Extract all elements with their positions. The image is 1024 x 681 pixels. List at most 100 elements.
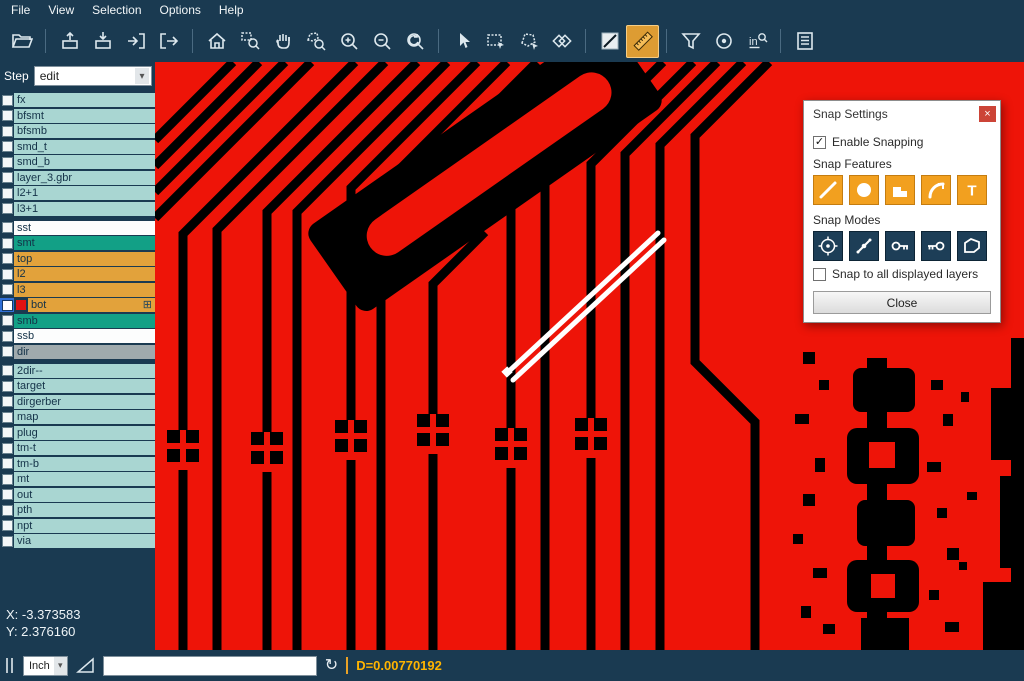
export-button[interactable]	[152, 25, 185, 58]
layer-row-dir[interactable]: dir	[0, 345, 155, 359]
coordinate-input[interactable]	[103, 656, 317, 676]
report-button[interactable]	[788, 25, 821, 58]
snap-mode-center-button[interactable]	[813, 231, 843, 261]
select-pointer-button[interactable]	[446, 25, 479, 58]
layer-visibility-checkbox[interactable]	[0, 379, 14, 393]
select-polygon-button[interactable]	[512, 25, 545, 58]
layer-row-smd_t[interactable]: smd_t	[0, 140, 155, 154]
layer-visibility-checkbox[interactable]	[0, 155, 14, 169]
zoom-polygon-button[interactable]	[299, 25, 332, 58]
import-button[interactable]	[119, 25, 152, 58]
input-button[interactable]	[86, 25, 119, 58]
dialog-titlebar[interactable]: Snap Settings ×	[804, 101, 1000, 125]
layer-visibility-checkbox[interactable]	[0, 426, 14, 440]
pan-button[interactable]	[266, 25, 299, 58]
find-button[interactable]: in	[740, 25, 773, 58]
layer-row-tm-b[interactable]: tm-b	[0, 457, 155, 471]
layer-row-plug[interactable]: plug	[0, 426, 155, 440]
line-tool-button[interactable]	[593, 25, 626, 58]
menu-view[interactable]: View	[39, 1, 83, 19]
zoom-out-button[interactable]	[365, 25, 398, 58]
layer-visibility-checkbox[interactable]	[0, 314, 14, 328]
layer-row-sst[interactable]: sst	[0, 221, 155, 235]
zoom-window-button[interactable]	[233, 25, 266, 58]
layer-row-l2+1[interactable]: l2+1	[0, 186, 155, 200]
layer-row-tm-t[interactable]: tm-t	[0, 441, 155, 455]
layer-row-target[interactable]: target	[0, 379, 155, 393]
refresh-icon[interactable]: ↻	[325, 658, 338, 674]
layer-visibility-checkbox[interactable]	[0, 503, 14, 517]
layer-row-pth[interactable]: pth	[0, 503, 155, 517]
snap-feature-corner-button[interactable]	[885, 175, 915, 205]
zoom-reset-button[interactable]	[398, 25, 431, 58]
layer-row-out[interactable]: out	[0, 488, 155, 502]
layer-visibility-checkbox[interactable]	[0, 472, 14, 486]
output-button[interactable]	[53, 25, 86, 58]
layer-row-smb[interactable]: smb	[0, 314, 155, 328]
layer-visibility-checkbox[interactable]	[0, 345, 14, 359]
angle-tool-icon[interactable]	[76, 657, 95, 674]
layer-visibility-checkbox[interactable]	[0, 410, 14, 424]
layer-visibility-checkbox[interactable]	[0, 140, 14, 154]
layer-visibility-checkbox[interactable]	[0, 283, 14, 297]
layer-visibility-checkbox[interactable]	[0, 124, 14, 138]
snap-feature-line-button[interactable]	[813, 175, 843, 205]
layer-row-map[interactable]: map	[0, 410, 155, 424]
layer-row-fx[interactable]: fx	[0, 93, 155, 107]
layer-row-l3[interactable]: l3	[0, 283, 155, 297]
layer-row-bfsmb[interactable]: bfsmb	[0, 124, 155, 138]
layer-row-ssb[interactable]: ssb	[0, 329, 155, 343]
layer-visibility-checkbox[interactable]	[0, 221, 14, 235]
layer-visibility-checkbox[interactable]	[0, 329, 14, 343]
snap-mode-midpoint-button[interactable]	[849, 231, 879, 261]
layer-visibility-checkbox[interactable]	[0, 534, 14, 548]
measure-button[interactable]	[545, 25, 578, 58]
gerber-canvas[interactable]: Snap Settings × ✓ Enable Snapping Snap F…	[155, 62, 1024, 650]
layer-visibility-checkbox[interactable]	[0, 457, 14, 471]
layer-row-mt[interactable]: mt	[0, 472, 155, 486]
layer-row-2dir--[interactable]: 2dir--	[0, 364, 155, 378]
layer-visibility-checkbox[interactable]	[0, 93, 14, 107]
menu-file[interactable]: File	[2, 1, 39, 19]
filter-button[interactable]	[674, 25, 707, 58]
layer-visibility-checkbox[interactable]	[0, 395, 14, 409]
snap-feature-text-button[interactable]: T	[957, 175, 987, 205]
close-icon[interactable]: ×	[979, 106, 996, 122]
layer-row-smt[interactable]: smt	[0, 236, 155, 250]
layer-row-via[interactable]: via	[0, 534, 155, 548]
snap-all-layers-checkbox[interactable]: Snap to all displayed layers	[813, 267, 991, 281]
layer-visibility-checkbox[interactable]	[0, 171, 14, 185]
highlight-button[interactable]	[707, 25, 740, 58]
resize-grip[interactable]	[6, 658, 13, 673]
enable-snapping-checkbox[interactable]: ✓ Enable Snapping	[813, 135, 991, 149]
close-button[interactable]: Close	[813, 291, 991, 314]
unit-select[interactable]: Inch ▾	[23, 656, 68, 676]
layer-row-l3+1[interactable]: l3+1	[0, 202, 155, 216]
select-rectangle-button[interactable]	[479, 25, 512, 58]
layer-row-top[interactable]: top	[0, 252, 155, 266]
snap-feature-pad-button[interactable]	[849, 175, 879, 205]
open-button[interactable]	[5, 25, 38, 58]
layer-visibility-checkbox[interactable]	[0, 109, 14, 123]
zoom-in-button[interactable]	[332, 25, 365, 58]
layer-row-bot[interactable]: bot⊞	[0, 298, 155, 312]
step-select[interactable]: edit ▾	[34, 66, 152, 86]
grid-icon[interactable]: ⊞	[143, 300, 152, 311]
snap-mode-contour-button[interactable]	[957, 231, 987, 261]
layer-row-npt[interactable]: npt	[0, 519, 155, 533]
snap-mode-key-left-button[interactable]	[885, 231, 915, 261]
layer-visibility-checkbox[interactable]	[0, 364, 14, 378]
layer-visibility-checkbox[interactable]	[0, 488, 14, 502]
ruler-tool-button[interactable]	[626, 25, 659, 58]
menu-help[interactable]: Help	[210, 1, 253, 19]
layer-row-dirgerber[interactable]: dirgerber	[0, 395, 155, 409]
layer-row-bfsmt[interactable]: bfsmt	[0, 109, 155, 123]
layer-visibility-checkbox[interactable]	[0, 298, 14, 312]
layer-visibility-checkbox[interactable]	[0, 202, 14, 216]
home-view-button[interactable]	[200, 25, 233, 58]
layer-row-smd_b[interactable]: smd_b	[0, 155, 155, 169]
layer-visibility-checkbox[interactable]	[0, 186, 14, 200]
layer-row-layer_3.gbr[interactable]: layer_3.gbr	[0, 171, 155, 185]
layer-visibility-checkbox[interactable]	[0, 519, 14, 533]
layer-visibility-checkbox[interactable]	[0, 267, 14, 281]
